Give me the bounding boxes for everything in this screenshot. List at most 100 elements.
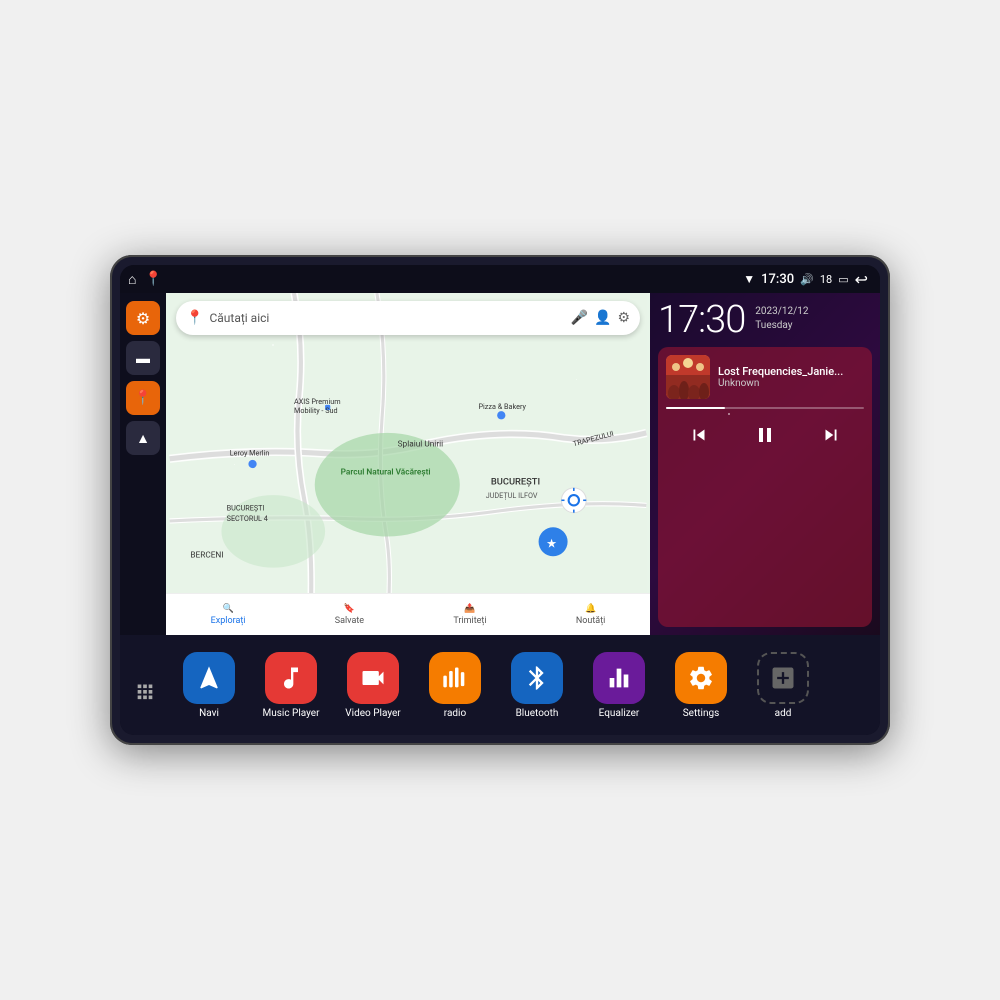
prev-track-button[interactable]: [681, 417, 717, 453]
explore-label: Explorați: [211, 616, 246, 626]
navi-icon-wrap: [183, 652, 235, 704]
map-updates-btn[interactable]: 🔔 Noutăți: [576, 604, 606, 626]
status-bar: ⌂ 📍 ▼ 17:30 🔊 18 ▭ ↩: [120, 265, 880, 293]
settings-label: Settings: [683, 708, 720, 719]
radio-label: radio: [444, 708, 466, 719]
video-player-label: Video Player: [345, 708, 400, 719]
maps-icon[interactable]: 📍: [144, 271, 161, 287]
nav-arrow-icon: ▲: [136, 430, 150, 447]
music-info: Lost Frequencies_Janie... Unknown: [666, 355, 864, 399]
settings-icon: ⚙: [136, 309, 150, 328]
share-icon: 📤: [464, 604, 475, 614]
clock-display: 17:30: [658, 301, 745, 339]
status-left-icons: ⌂ 📍: [128, 271, 162, 288]
svg-text:Mobility - Sud: Mobility - Sud: [294, 406, 338, 415]
music-text: Lost Frequencies_Janie... Unknown: [718, 365, 864, 389]
clock-widget: 17:30 2023/12/12 Tuesday: [658, 301, 872, 339]
svg-text:AXIS Premium: AXIS Premium: [294, 397, 341, 406]
svg-text:BERCENI: BERCENI: [190, 550, 223, 560]
battery-level: 18: [820, 273, 832, 286]
map-container[interactable]: Parcul Natural Văcărești BUCUREȘTI JUDEȚ…: [166, 293, 650, 635]
map-svg: Parcul Natural Văcărești BUCUREȘTI JUDEȚ…: [166, 293, 650, 635]
google-maps-icon: 📍: [186, 310, 203, 326]
device-screen: ⌂ 📍 ▼ 17:30 🔊 18 ▭ ↩ ⚙ ▬: [120, 265, 880, 735]
app-launcher-button[interactable]: [128, 673, 162, 707]
equalizer-label: Equalizer: [599, 708, 640, 719]
app-navi[interactable]: Navi: [170, 652, 248, 719]
app-radio[interactable]: radio: [416, 652, 494, 719]
app-video-player[interactable]: Video Player: [334, 652, 412, 719]
updates-icon: 🔔: [585, 604, 596, 614]
svg-text:Pizza & Bakery: Pizza & Bakery: [478, 402, 526, 411]
equalizer-icon-wrap: [593, 652, 645, 704]
mic-icon[interactable]: 🎤: [571, 310, 588, 326]
svg-text:BUCUREȘTI: BUCUREȘTI: [227, 504, 265, 513]
music-progress-fill: [666, 407, 725, 409]
battery-icon: ▭: [838, 273, 848, 286]
app-music-player[interactable]: Music Player: [252, 652, 330, 719]
svg-text:BUCUREȘTI: BUCUREȘTI: [491, 477, 540, 488]
sidebar-files[interactable]: ▬: [126, 341, 160, 375]
settings-icon-wrap: [675, 652, 727, 704]
right-panel: 17:30 2023/12/12 Tuesday: [650, 293, 880, 635]
add-label: add: [775, 708, 792, 719]
map-saved-btn[interactable]: 🔖 Salvate: [335, 604, 364, 626]
video-icon-wrap: [347, 652, 399, 704]
music-widget: Lost Frequencies_Janie... Unknown: [658, 347, 872, 627]
settings-map-icon[interactable]: ⚙: [617, 310, 630, 326]
svg-text:Splaiul Unirii: Splaiul Unirii: [398, 439, 444, 449]
album-art: [666, 355, 710, 399]
app-equalizer[interactable]: Equalizer: [580, 652, 658, 719]
saved-icon: 🔖: [344, 604, 355, 614]
saved-label: Salvate: [335, 616, 364, 626]
sidebar-settings[interactable]: ⚙: [126, 301, 160, 335]
music-title: Lost Frequencies_Janie...: [718, 365, 864, 378]
sidebar-maps[interactable]: 📍: [126, 381, 160, 415]
app-grid: Navi Music Player: [170, 652, 870, 719]
files-icon: ▬: [136, 350, 150, 367]
app-settings[interactable]: Settings: [662, 652, 740, 719]
map-bottom-bar: 🔍 Explorați 🔖 Salvate 📤 Trimiteți �: [166, 593, 650, 635]
map-pin-icon: 📍: [134, 390, 151, 406]
sidebar-navigation[interactable]: ▲: [126, 421, 160, 455]
back-icon[interactable]: ↩: [855, 270, 868, 289]
car-infotainment-device: ⌂ 📍 ▼ 17:30 🔊 18 ▭ ↩ ⚙ ▬: [110, 255, 890, 745]
svg-text:Parcul Natural Văcărești: Parcul Natural Văcărești: [341, 467, 431, 477]
updates-label: Noutăți: [576, 616, 606, 626]
svg-text:JUDEȚUL ILFOV: JUDEȚUL ILFOV: [486, 491, 538, 500]
music-icon-wrap: [265, 652, 317, 704]
clock-date-display: 2023/12/12 Tuesday: [755, 301, 808, 333]
map-area: Parcul Natural Văcărești BUCUREȘTI JUDEȚ…: [166, 293, 650, 635]
left-sidebar: ⚙ ▬ 📍 ▲: [120, 293, 166, 635]
map-explore-btn[interactable]: 🔍 Explorați: [211, 604, 246, 626]
music-controls: [666, 417, 864, 453]
wifi-icon: ▼: [743, 272, 755, 286]
map-share-btn[interactable]: 📤 Trimiteți: [453, 604, 486, 626]
music-player-label: Music Player: [262, 708, 319, 719]
map-search-text: Căutați aici: [209, 311, 564, 325]
radio-icon-wrap: [429, 652, 481, 704]
svg-text:★: ★: [547, 537, 556, 550]
home-icon[interactable]: ⌂: [128, 271, 136, 288]
music-progress-bar[interactable]: [666, 407, 864, 409]
clock-status: 17:30: [761, 272, 794, 287]
clock-date: 2023/12/12: [755, 305, 808, 319]
explore-icon: 🔍: [222, 604, 233, 614]
app-add[interactable]: add: [744, 652, 822, 719]
svg-text:SECTORUL 4: SECTORUL 4: [227, 514, 268, 523]
share-label: Trimiteți: [453, 616, 486, 626]
next-track-button[interactable]: [813, 417, 849, 453]
map-search-bar[interactable]: 📍 Căutați aici 🎤 👤 ⚙: [176, 301, 640, 335]
svg-text:Leroy Merlin: Leroy Merlin: [230, 449, 270, 458]
app-bluetooth[interactable]: Bluetooth: [498, 652, 576, 719]
clock-day: Tuesday: [755, 319, 808, 333]
add-icon-wrap: [757, 652, 809, 704]
account-icon[interactable]: 👤: [594, 310, 611, 326]
bluetooth-icon-wrap: [511, 652, 563, 704]
play-pause-button[interactable]: [747, 417, 783, 453]
navi-label: Navi: [199, 708, 219, 719]
bluetooth-label: Bluetooth: [516, 708, 559, 719]
status-right-icons: ▼ 17:30 🔊 18 ▭ ↩: [743, 270, 868, 289]
app-grid-container: Navi Music Player: [120, 635, 880, 735]
music-artist: Unknown: [718, 378, 864, 389]
